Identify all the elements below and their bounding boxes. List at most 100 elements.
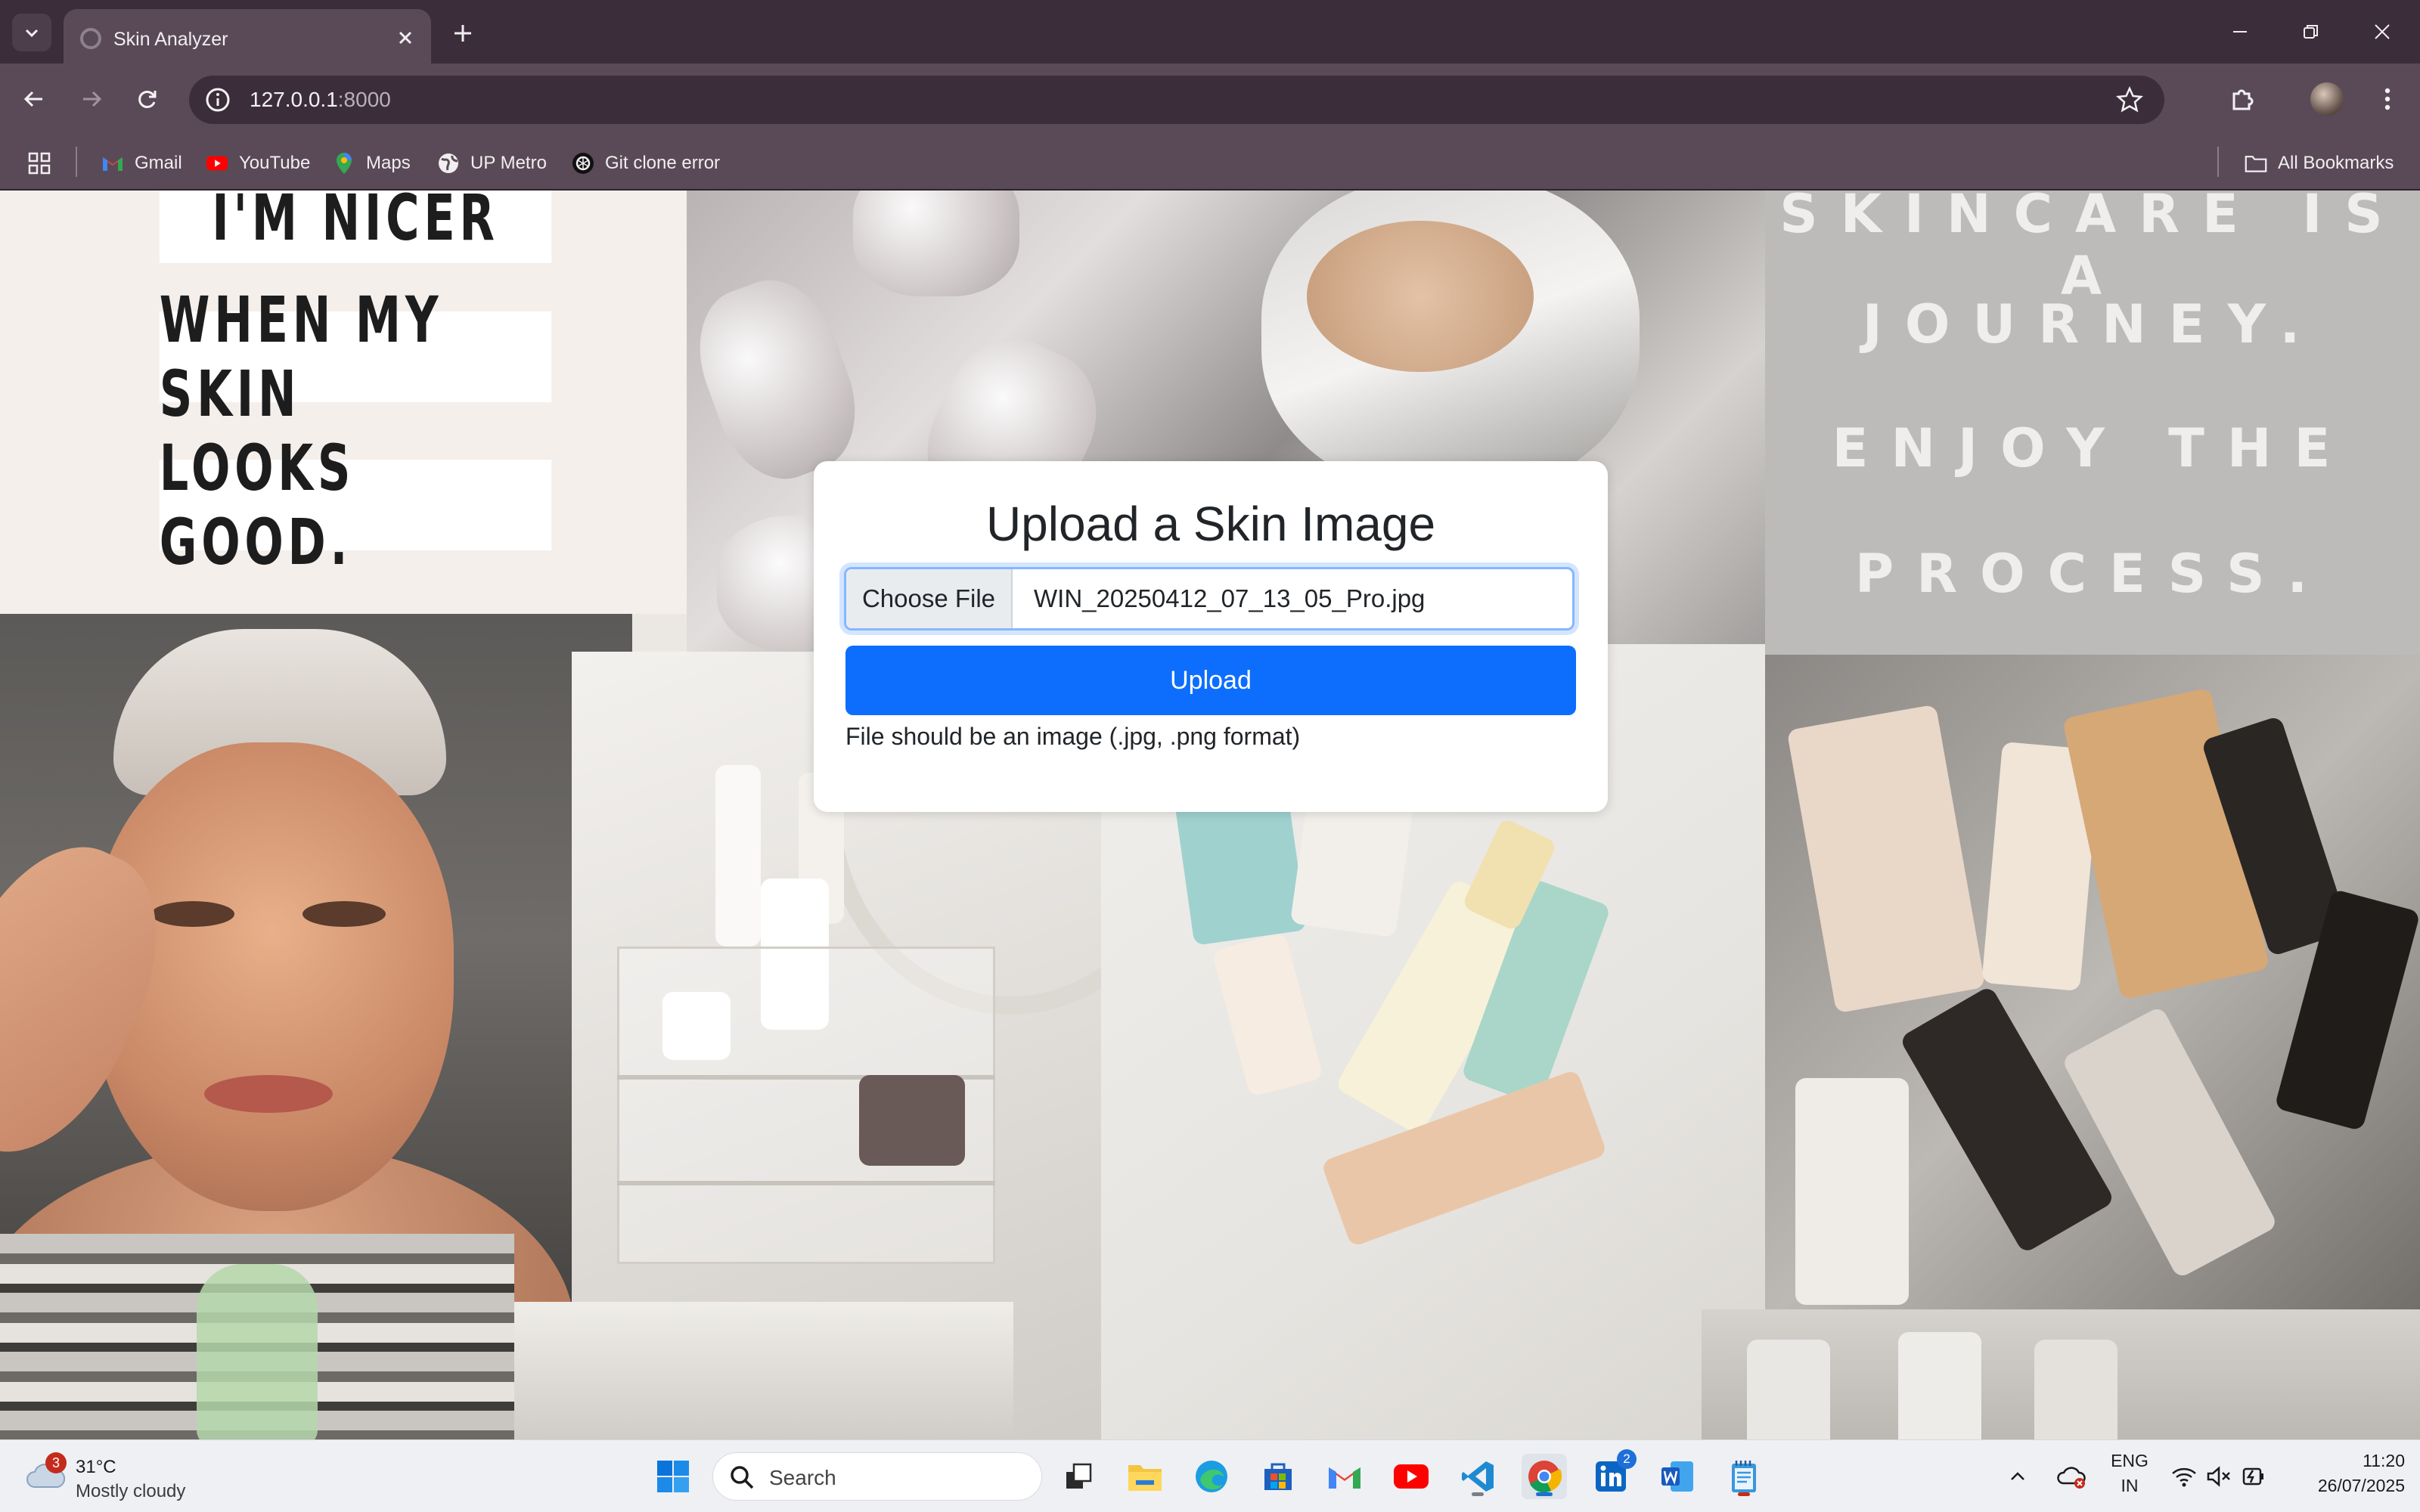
linkedin-button[interactable]: 2 [1588, 1449, 1637, 1499]
quote-poster-left: I'M NICER WHEN MY SKIN LOOKS GOOD. [0, 191, 687, 614]
apps-button[interactable] [27, 148, 51, 178]
battery-charging-icon [2242, 1467, 2263, 1486]
active-indicator [1536, 1492, 1553, 1496]
quote-line: PROCESS. [1854, 543, 2331, 605]
wifi-icon [2172, 1467, 2196, 1487]
stripes-photo [0, 1234, 514, 1439]
tab-search-button[interactable] [12, 14, 51, 51]
weather-temperature: 31°C [76, 1457, 116, 1477]
more-vertical-icon [2384, 88, 2391, 110]
quote-line: ENJOY THE [1832, 417, 2353, 479]
youtube-button[interactable] [1388, 1454, 1434, 1499]
loading-favicon-icon [80, 28, 101, 49]
bookmark-git-clone-error[interactable]: Git clone error [572, 148, 720, 178]
file-input[interactable]: Choose File WIN_20250412_07_13_05_Pro.jp… [844, 567, 1575, 631]
clock[interactable]: 11:20 26/07/2025 [2284, 1451, 2405, 1496]
folder-icon [1128, 1465, 1162, 1491]
tab-close-button[interactable] [393, 26, 417, 50]
language-indicator[interactable]: ENG IN [2107, 1451, 2152, 1496]
start-button[interactable] [650, 1454, 696, 1499]
volume-status[interactable] [2204, 1454, 2234, 1499]
quote-line: I'M NICER [159, 191, 552, 263]
minimize-button[interactable] [2219, 14, 2261, 50]
all-bookmarks-label: All Bookmarks [2278, 153, 2394, 173]
running-indicator [1472, 1492, 1484, 1496]
restore-button[interactable] [2290, 14, 2332, 50]
browser-tab-active[interactable]: Skin Analyzer [64, 9, 431, 64]
youtube-icon [1394, 1464, 1429, 1489]
onedrive-status[interactable] [2054, 1454, 2089, 1499]
notepad-icon [1732, 1461, 1756, 1492]
bookmark-maps[interactable]: Maps [333, 148, 411, 178]
edge-icon [1196, 1461, 1227, 1492]
all-bookmarks-button[interactable]: All Bookmarks [2245, 148, 2394, 178]
minimize-icon [2233, 31, 2247, 33]
site-info-icon[interactable] [204, 86, 231, 113]
word-button[interactable] [1655, 1454, 1700, 1499]
chrome-icon [1528, 1461, 1562, 1493]
volume-muted-icon [2207, 1466, 2230, 1487]
quote-line: WHEN MY SKIN [159, 283, 552, 431]
upload-button[interactable]: Upload [845, 646, 1576, 715]
bookmark-label: Git clone error [605, 153, 721, 173]
bookmark-label: YouTube [239, 153, 311, 173]
bookmark-label: Gmail [135, 153, 182, 173]
bookmark-youtube[interactable]: YouTube [206, 148, 310, 178]
clock-date: 26/07/2025 [2317, 1476, 2405, 1495]
gmail-button[interactable] [1322, 1454, 1367, 1499]
new-tab-button[interactable] [446, 17, 479, 50]
vscode-button[interactable] [1455, 1454, 1500, 1499]
browser-titlebar: Skin Analyzer [0, 0, 2420, 64]
task-view-button[interactable] [1056, 1454, 1101, 1499]
upload-card: Upload a Skin Image Choose File WIN_2025… [814, 461, 1608, 812]
bookmark-up-metro[interactable]: UP Metro [437, 148, 547, 178]
profile-button[interactable] [2308, 80, 2346, 118]
close-icon [399, 31, 412, 45]
ordinary-bottles-photo [1765, 655, 2420, 1335]
notepad-button[interactable] [1721, 1454, 1767, 1499]
quote-poster-right: SKINCARE IS A JOURNEY. ENJOY THE PROCESS… [1765, 191, 2420, 655]
battery-status[interactable] [2238, 1454, 2269, 1499]
show-hidden-icons-button[interactable] [2003, 1454, 2033, 1499]
page-content: I'M NICER WHEN MY SKIN LOOKS GOOD. SKINC… [0, 191, 2420, 1439]
bookmark-label: Maps [366, 153, 411, 173]
back-button[interactable] [15, 80, 53, 118]
avatar [2310, 82, 2344, 116]
window-close-button[interactable] [2361, 14, 2403, 50]
upload-title: Upload a Skin Image [985, 497, 1436, 551]
apps-grid-icon [28, 152, 51, 175]
search-placeholder: Search [769, 1466, 836, 1489]
file-explorer-button[interactable] [1122, 1454, 1168, 1499]
store-button[interactable] [1255, 1454, 1301, 1499]
windows-taskbar: 3 31°C Mostly cloudy Search 2 ENG IN 11:… [0, 1439, 2420, 1512]
quote-line: SKINCARE IS A [1779, 191, 2406, 307]
forward-button[interactable] [73, 80, 110, 118]
chrome-button[interactable] [1522, 1454, 1567, 1499]
extensions-button[interactable] [2223, 80, 2261, 118]
gmail-icon [1329, 1467, 1360, 1489]
quote-line: LOOKS GOOD. [159, 431, 552, 579]
bookmark-star-icon[interactable] [2114, 85, 2145, 115]
chevron-up-icon [2011, 1472, 2024, 1480]
bottom-bottles-photo [1702, 1309, 2420, 1439]
choose-file-button[interactable]: Choose File [846, 569, 1013, 628]
menu-button[interactable] [2369, 80, 2406, 118]
url-text: 127.0.0.1:8000 [250, 88, 391, 112]
clock-time: 11:20 [2363, 1451, 2405, 1470]
arrow-right-icon [83, 91, 102, 107]
weather-widget[interactable]: 3 31°C Mostly cloudy [23, 1451, 219, 1504]
bookmark-separator [76, 147, 77, 177]
wifi-status[interactable] [2167, 1454, 2201, 1499]
vscode-icon [1462, 1461, 1494, 1492]
folder-icon [2245, 152, 2267, 175]
edge-button[interactable] [1189, 1454, 1234, 1499]
bookmark-gmail[interactable]: Gmail [101, 148, 182, 178]
address-bar[interactable]: 127.0.0.1:8000 [189, 76, 2164, 124]
taskbar-search[interactable]: Search [712, 1452, 1042, 1501]
reload-button[interactable] [129, 80, 166, 118]
notification-badge: 2 [1617, 1449, 1637, 1469]
search-icon [731, 1466, 754, 1489]
weather-description: Mostly cloudy [76, 1481, 186, 1501]
bookmark-label: UP Metro [470, 153, 547, 173]
bookmarks-bar: Gmail YouTube Maps UP Metro Git clone er… [0, 135, 2420, 191]
